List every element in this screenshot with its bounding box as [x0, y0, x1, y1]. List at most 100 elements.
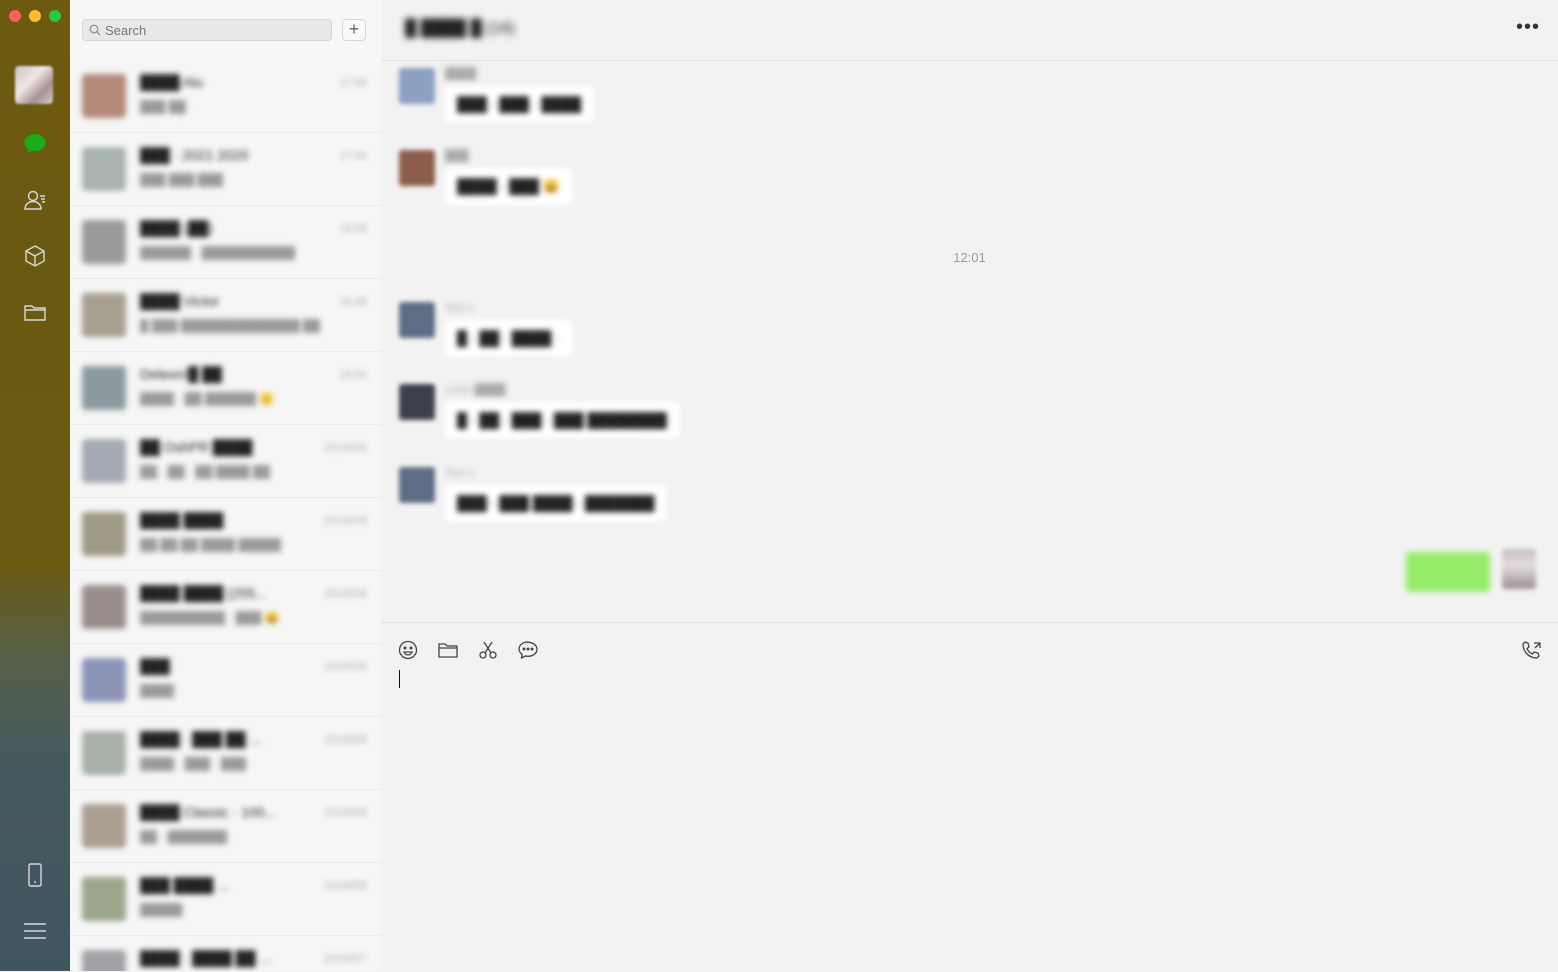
chat-time: 16:04 — [339, 369, 367, 381]
chat-preview: ███ ██ — [140, 100, 186, 114]
chat-bubble-icon[interactable] — [517, 639, 539, 661]
search-icon — [89, 24, 101, 36]
chat-avatar — [82, 512, 126, 556]
chat-list-item[interactable]: ███ 2019/5/6 ████ — [70, 644, 381, 717]
chat-preview: ██ · ██ · ██ ████ ██ — [140, 465, 271, 479]
chat-preview: █████ — [140, 903, 183, 917]
folder-icon[interactable] — [437, 639, 459, 661]
emoji-icon[interactable] — [397, 639, 419, 661]
chat-avatar — [82, 220, 126, 264]
chat-name: ████ ████ — [140, 512, 224, 528]
chat-list-item[interactable]: ██ OshPR ████ 2019/5/8 ██ · ██ · ██ ████ █… — [70, 425, 381, 498]
message-bubble[interactable]: ███ · ███ ████ · ███████ — [445, 485, 667, 521]
message-timestamp: 12:01 — [953, 250, 986, 265]
message-bubble[interactable]: █ · ██ · ████ · — [445, 320, 572, 356]
sender-name: ████ — [445, 68, 477, 80]
my-avatar[interactable] — [1502, 549, 1536, 589]
chat-list-item[interactable]: ████ Classic · 100... 2019/5/8 ██ · ██████… — [70, 790, 381, 863]
chat-name: ████ ████ (255... — [140, 585, 267, 601]
chat-avatar — [82, 147, 126, 191]
sender-avatar[interactable] — [399, 150, 435, 186]
chat-list-item[interactable]: ████ · ████ ██ ...2019/5/7正好 8:7 — [70, 936, 381, 971]
chat-time: 2019/5/8 — [324, 807, 367, 819]
chat-name: ██ OshPR ████ — [140, 439, 253, 455]
composer — [381, 622, 1558, 972]
chat-name: ███ · 2021 2020 — [140, 147, 249, 163]
search-input[interactable] — [101, 22, 315, 38]
window-controls — [9, 10, 61, 22]
chat-name: ████ · ███ ██ ... — [140, 731, 262, 747]
chat-time: 16:58 — [339, 223, 367, 235]
sender-name: Tom L — [445, 302, 475, 314]
sender-avatar[interactable] — [399, 467, 435, 503]
chat-avatar — [82, 74, 126, 118]
phone-icon[interactable] — [20, 860, 50, 890]
message-bubble[interactable]: █ · ██ · ███ · ███ ████████ — [445, 402, 679, 438]
chat-list-item[interactable]: ████ Alu 17:00 ███ ██ — [70, 60, 381, 133]
chat-time: 2019/5/7 — [324, 953, 367, 965]
chat-avatar — [82, 950, 126, 971]
chat-name: Deleon/█ ██ — [140, 366, 222, 382]
chats-icon[interactable] — [20, 129, 50, 159]
message-input[interactable] — [397, 669, 1541, 953]
chat-list-item[interactable]: ████ ████ 2019/5/8 ██ ██ ██ ████ █████ — [70, 498, 381, 571]
chat-name: ████ (██) — [140, 220, 213, 236]
sender-name: Tom L — [445, 467, 475, 479]
chat-list-item[interactable]: ███ ████ ... 2019/5/8 █████ — [70, 863, 381, 936]
sender-avatar[interactable] — [399, 302, 435, 338]
chat-time: 16:48 — [339, 296, 367, 308]
chat-avatar — [82, 293, 126, 337]
chat-time: 2019/5/8 — [324, 588, 367, 600]
outgoing-message-bubble[interactable] — [1406, 552, 1490, 592]
sender-avatar[interactable] — [399, 384, 435, 420]
chat-avatar — [82, 585, 126, 629]
user-avatar[interactable] — [15, 66, 53, 104]
chat-name: ████ · ████ ██ ... — [140, 950, 272, 966]
chat-avatar — [82, 731, 126, 775]
message-bubble[interactable]: ███ · ███ · ████ — [445, 86, 594, 122]
chat-preview: ██████ · ███████████ — [140, 246, 296, 260]
minimize-window-button[interactable] — [29, 10, 41, 22]
chat-preview: ██████████ · ███ 😀 — [140, 611, 280, 625]
chat-time: 2019/5/8 — [324, 442, 367, 454]
mini-programs-icon[interactable] — [20, 241, 50, 271]
files-icon[interactable] — [20, 297, 50, 327]
phone-call-icon[interactable] — [1520, 639, 1542, 661]
chat-avatar — [82, 366, 126, 410]
chat-time: 17:00 — [339, 77, 367, 89]
chat-list-item[interactable]: Deleon/█ ██ 16:04 ████ · ██ ██████ 🙂 — [70, 352, 381, 425]
search-box[interactable] — [82, 19, 332, 41]
contacts-icon[interactable] — [20, 185, 50, 215]
chat-preview: ██ · ███████ — [140, 830, 228, 844]
chat-name: ███ ████ ... — [140, 877, 229, 893]
chat-avatar — [82, 877, 126, 921]
chat-list-item[interactable]: ████ (██) 16:58 ██████ · ███████████ — [70, 206, 381, 279]
scissors-icon[interactable] — [477, 639, 499, 661]
chat-preview: █ ███ ██████████████ ██ — [140, 319, 321, 333]
close-window-button[interactable] — [9, 10, 21, 22]
chat-avatar — [82, 804, 126, 848]
more-options-button[interactable]: ••• — [1516, 16, 1540, 39]
message-area: 12:01 ████ ███ · ███ · ████ ███ ████ · ███ … — [381, 60, 1558, 622]
chat-preview: ████ — [140, 684, 175, 698]
chat-list-item[interactable]: ████ · ███ ██ ... 2019/5/8 ████ · ███ · ██… — [70, 717, 381, 790]
chat-list-item[interactable]: ████ ████ (255... 2019/5/8 ██████████ · ██… — [70, 571, 381, 644]
chat-preview: ████ · ███ · ███ — [140, 757, 247, 771]
chat-time: 17:00 — [339, 150, 367, 162]
chat-header: █ ████ █ (16) ••• — [381, 0, 1558, 61]
chat-time: 2019/5/6 — [324, 661, 367, 673]
chat-panel: █ ████ █ (16) ••• 12:01 ████ ███ · ███ · … — [381, 0, 1558, 971]
menu-icon[interactable] — [20, 916, 50, 946]
zoom-window-button[interactable] — [49, 10, 61, 22]
chat-title: █ ████ █ (16) — [405, 20, 515, 37]
message-bubble[interactable]: ████ · ███ 😀 — [445, 168, 573, 205]
chat-list-item[interactable]: ████ Victor 16:48 █ ███ ██████████████ ██ — [70, 279, 381, 352]
add-chat-button[interactable]: + — [342, 19, 366, 41]
chat-list-header: + — [70, 0, 381, 60]
sender-avatar[interactable] — [399, 68, 435, 104]
chat-list-item[interactable]: ███ · 2021 2020 17:00 ███ ███ ███ — [70, 133, 381, 206]
chat-preview: ██ ██ ██ ████ █████ — [140, 538, 281, 552]
chat-avatar — [82, 658, 126, 702]
chat-name: ████ Alu — [140, 74, 204, 90]
sender-name: ███ — [445, 150, 469, 162]
